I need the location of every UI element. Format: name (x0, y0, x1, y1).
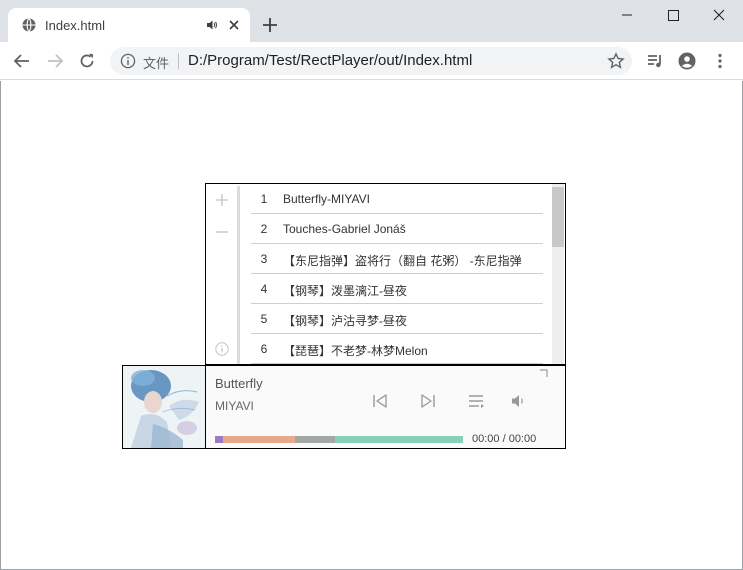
playlist-panel: 1 Butterfly-MIYAVI 2 Touches-Gabriel Jon… (205, 183, 566, 365)
time-display: 00:00 / 00:00 (472, 433, 537, 445)
forward-arrow-icon[interactable] (46, 52, 64, 70)
playlist-item[interactable]: 4 【钢琴】泼墨漓江-昼夜 (251, 274, 543, 304)
playlist-toggle-icon[interactable] (467, 392, 485, 410)
track-number: 3 (260, 252, 268, 266)
speaker-icon[interactable] (206, 19, 218, 31)
page-viewport: 1 Butterfly-MIYAVI 2 Touches-Gabriel Jon… (0, 81, 743, 570)
track-title: 【钢琴】泼墨漓江-昼夜 (283, 284, 407, 298)
reload-icon[interactable] (78, 52, 96, 70)
track-title: Touches-Gabriel Jonáš (283, 222, 406, 236)
playlist-item[interactable]: 1 Butterfly-MIYAVI (251, 184, 543, 214)
next-track-icon[interactable] (419, 392, 437, 410)
address-separator (178, 53, 179, 69)
tab-strip: Index.html (0, 0, 743, 42)
playlist-item[interactable]: 5 【钢琴】泸沽寻梦-昼夜 (251, 304, 543, 334)
playlist-divider (237, 186, 240, 364)
playlist-sidebar (206, 184, 239, 364)
progress-segment (223, 436, 295, 443)
profile-avatar-icon[interactable] (678, 52, 696, 70)
track-title: 【琵琶】不老梦-林梦Melon (283, 344, 428, 358)
track-title: 【钢琴】泸沽寻梦-昼夜 (283, 314, 407, 328)
progress-bar[interactable] (215, 436, 463, 443)
address-url[interactable]: D:/Program/Test/RectPlayer/out/Index.htm… (188, 52, 472, 69)
add-icon[interactable] (214, 192, 230, 208)
track-title: 【东尼指弹】盗将行（翻自 花粥） -东尼指弹 (283, 254, 522, 268)
info-icon[interactable] (214, 341, 230, 357)
progress-segment (295, 436, 335, 443)
album-cover (123, 366, 206, 448)
browser-tab[interactable]: Index.html (8, 8, 250, 42)
globe-icon (22, 18, 36, 32)
album-art-image (123, 366, 205, 448)
playlist-list: 1 Butterfly-MIYAVI 2 Touches-Gabriel Jon… (251, 184, 543, 364)
playlist-scrollbar-thumb[interactable] (552, 187, 564, 247)
remove-icon[interactable] (214, 224, 230, 240)
minimize-icon[interactable] (604, 0, 650, 30)
now-playing-artist: MIYAVI (215, 399, 254, 413)
playlist-item[interactable]: 3 【东尼指弹】盗将行（翻自 花粥） -东尼指弹 (251, 244, 543, 274)
track-number: 6 (260, 342, 268, 356)
back-arrow-icon[interactable] (13, 52, 31, 70)
close-tab-icon[interactable] (227, 18, 241, 32)
volume-icon[interactable] (510, 392, 528, 410)
progress-segment (335, 436, 463, 443)
track-title: Butterfly-MIYAVI (283, 192, 370, 206)
track-number: 1 (260, 192, 268, 206)
previous-track-icon[interactable] (371, 392, 389, 410)
now-playing-title: Butterfly (215, 376, 263, 391)
star-icon[interactable] (607, 52, 625, 70)
address-bar[interactable]: 文件 D:/Program/Test/RectPlayer/out/Index.… (110, 47, 632, 75)
player-body: Butterfly MIYAVI 00:00 / 00:00 (122, 365, 566, 449)
maximize-icon[interactable] (650, 0, 696, 30)
track-number: 2 (260, 222, 268, 236)
info-icon[interactable] (120, 53, 136, 69)
browser-toolbar: 文件 D:/Program/Test/RectPlayer/out/Index.… (0, 42, 743, 80)
media-queue-icon[interactable] (646, 52, 664, 70)
playlist-item[interactable]: 2 Touches-Gabriel Jonáš (251, 214, 543, 244)
playlist-item[interactable]: 6 【琵琶】不老梦-林梦Melon (251, 334, 543, 364)
track-number: 5 (260, 312, 268, 326)
track-number: 4 (260, 282, 268, 296)
menu-kebab-icon[interactable] (711, 52, 729, 70)
tab-title: Index.html (45, 18, 105, 33)
window-close-icon[interactable] (697, 0, 743, 30)
resize-corner-icon[interactable] (539, 369, 548, 378)
file-scheme-label: 文件 (143, 56, 170, 71)
new-tab-icon[interactable] (262, 17, 278, 33)
progress-segment (215, 436, 223, 443)
